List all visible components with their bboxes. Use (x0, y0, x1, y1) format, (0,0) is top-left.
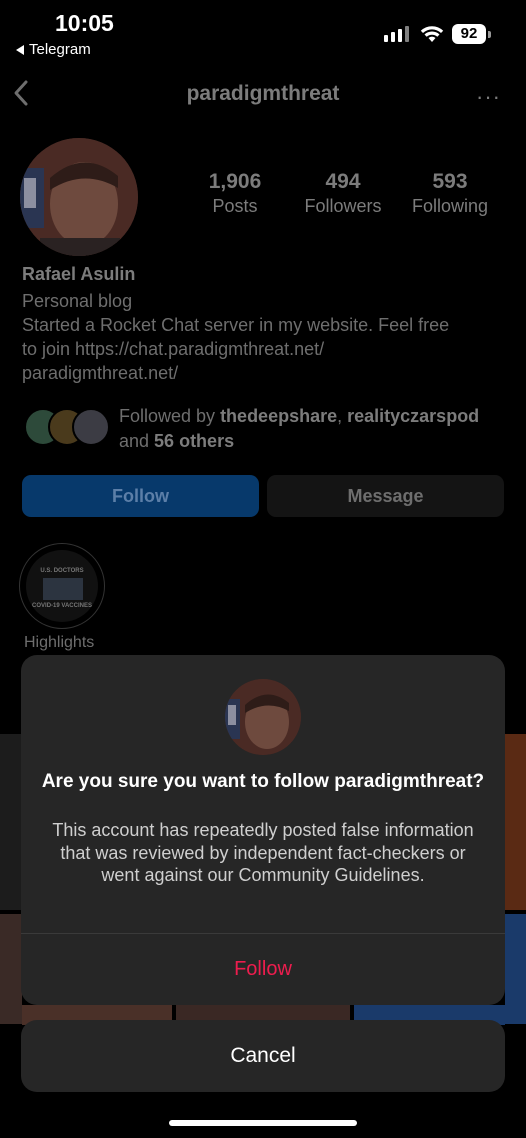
highlight-label: Highlights (24, 634, 95, 651)
wifi-icon (420, 26, 444, 42)
message-button[interactable]: Message (267, 475, 504, 517)
posts-label: Posts (212, 196, 258, 216)
followers-count: 494 (325, 170, 361, 193)
status-bar: 10:05 Telegram 92 (0, 0, 526, 64)
cancel-button[interactable]: Cancel (21, 1020, 505, 1092)
followers-label: Followers (304, 196, 382, 216)
dialog-avatar (225, 679, 301, 755)
more-options-icon[interactable]: ··· (476, 84, 501, 110)
followers-stat[interactable]: 494 Followers (293, 170, 393, 217)
back-triangle-icon (16, 44, 24, 55)
followed-by-user-2: realityczarspod (347, 406, 480, 426)
highlight-cover-image (43, 578, 83, 600)
profile-category: Personal blog (22, 291, 133, 311)
back-to-app-link[interactable]: Telegram (16, 41, 91, 58)
grid-tile[interactable] (505, 914, 526, 1024)
following-count: 593 (432, 170, 468, 193)
followed-by-text[interactable]: Followed by thedeepshare, realityczarspo… (119, 404, 519, 454)
battery-indicator: 92 (452, 24, 486, 44)
dialog-title: Are you sure you want to follow paradigm… (41, 771, 485, 792)
posts-stat[interactable]: 1,906 Posts (185, 170, 285, 217)
profile-link[interactable]: paradigmthreat.net/ (22, 363, 178, 384)
followed-by-others: 56 others (154, 431, 235, 451)
highlight-cover-top-text: U.S. DOCTORS (40, 568, 84, 574)
profile-avatar[interactable] (20, 138, 138, 256)
grid-tile[interactable] (0, 914, 22, 1024)
highlight-cover: U.S. DOCTORS COVID-19 VACCINES (26, 550, 98, 622)
following-label: Following (411, 196, 489, 216)
confirm-follow-button[interactable]: Follow (21, 934, 505, 1005)
cellular-signal-icon (384, 26, 409, 42)
highlight-cover-bottom-text: COVID-19 VACCINES (32, 603, 92, 609)
follow-button[interactable]: Follow (22, 475, 259, 517)
follow-confirmation-dialog: Are you sure you want to follow paradigm… (21, 655, 505, 1005)
back-app-label: Telegram (29, 41, 91, 58)
bio-text-line-2[interactable]: to join https://chat.paradigmthreat.net/ (22, 339, 324, 360)
profile-username-title: paradigmthreat (186, 82, 340, 105)
grid-tile[interactable] (505, 734, 526, 910)
grid-tile[interactable] (0, 734, 22, 910)
bio-text-line-1: Started a Rocket Chat server in my websi… (22, 315, 450, 335)
followed-by-avatars[interactable] (24, 408, 110, 448)
followed-by-prefix: Followed by (119, 406, 221, 426)
battery-tip (488, 31, 491, 38)
highlight-item[interactable]: U.S. DOCTORS COVID-19 VACCINES (19, 543, 105, 629)
dialog-message: This account has repeatedly posted false… (52, 820, 474, 885)
home-indicator[interactable] (169, 1120, 357, 1126)
followed-by-and: and (119, 431, 155, 451)
profile-display-name: Rafael Asulin (22, 264, 136, 284)
posts-count: 1,906 (208, 170, 262, 193)
avatar (72, 408, 110, 446)
followed-by-user-1: thedeepshare (220, 406, 338, 426)
status-time: 10:05 (55, 10, 114, 36)
followed-by-sep: , (337, 406, 348, 426)
following-stat[interactable]: 593 Following (400, 170, 500, 217)
